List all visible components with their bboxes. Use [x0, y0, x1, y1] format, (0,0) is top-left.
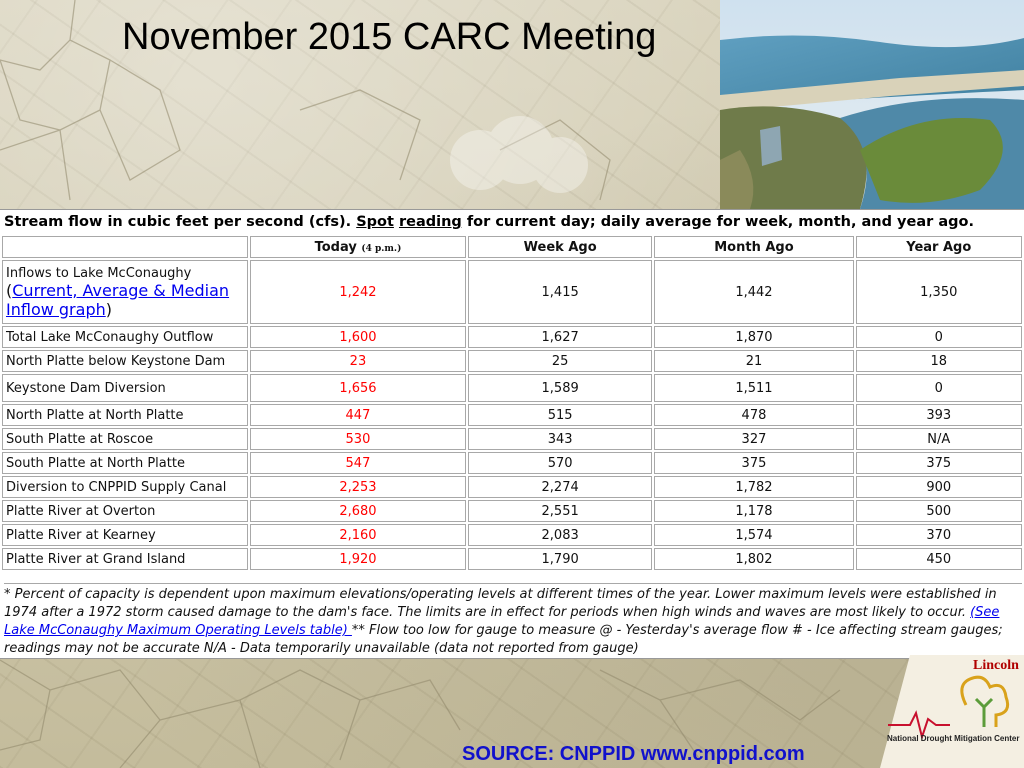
cell-today: 1,656 — [250, 374, 466, 402]
row-label: South Platte at North Platte — [2, 452, 248, 474]
caption-reading: reading — [398, 214, 462, 230]
table-row: South Platte at Roscoe 530 343 327 N/A — [2, 428, 1022, 450]
table-row: Total Lake McConaughy Outflow 1,600 1,62… — [2, 326, 1022, 348]
cell-week: 343 — [467, 428, 653, 450]
table-row: Platte River at Kearney 2,160 2,083 1,57… — [2, 524, 1022, 546]
cell-year: 375 — [855, 452, 1022, 474]
lincoln-logo-text: Lincoln — [973, 658, 1019, 673]
cell-week: 25 — [467, 350, 653, 372]
header-week-ago: Week Ago — [467, 236, 653, 258]
cell-week: 1,627 — [467, 326, 653, 348]
cell-year: 900 — [855, 476, 1022, 498]
row-label: Platte River at Kearney — [2, 524, 248, 546]
row-label-inflows: Inflows to Lake McConaughy (Current, Ave… — [2, 260, 248, 324]
table-row: Inflows to Lake McConaughy (Current, Ave… — [2, 260, 1022, 324]
cell-today: 447 — [250, 404, 466, 426]
table-caption: Stream flow in cubic feet per second (cf… — [4, 214, 974, 230]
cell-today: 2,253 — [250, 476, 466, 498]
cell-month: 1,574 — [654, 524, 854, 546]
cell-week: 2,551 — [467, 500, 653, 522]
table-row: North Platte below Keystone Dam 23 25 21… — [2, 350, 1022, 372]
cell-year: N/A — [855, 428, 1022, 450]
row-label: Keystone Dam Diversion — [2, 374, 248, 402]
cell-month: 1,870 — [654, 326, 854, 348]
source-credit: SOURCE: CNPPID www.cnppid.com — [462, 743, 805, 765]
cell-month: 1,511 — [654, 374, 854, 402]
cell-month: 1,782 — [654, 476, 854, 498]
table-header-row: Today (4 p.m.) Week Ago Month Ago Year A… — [2, 236, 1022, 258]
stream-flow-table: Today (4 p.m.) Week Ago Month Ago Year A… — [0, 234, 1024, 572]
cell-week: 1,790 — [467, 548, 653, 570]
cell-month: 478 — [654, 404, 854, 426]
inflow-graph-link[interactable]: Current, Average & Median Inflow graph — [6, 281, 229, 319]
caption-spot: Spot — [356, 214, 394, 230]
row-label: North Platte below Keystone Dam — [2, 350, 248, 372]
cell-year: 0 — [855, 326, 1022, 348]
drought-center-name: National Drought Mitigation Center — [887, 734, 1020, 743]
table-row: South Platte at North Platte 547 570 375… — [2, 452, 1022, 474]
table-row: Keystone Dam Diversion 1,656 1,589 1,511… — [2, 374, 1022, 402]
row-label: North Platte at North Platte — [2, 404, 248, 426]
table-row: Platte River at Overton 2,680 2,551 1,17… — [2, 500, 1022, 522]
table-row: North Platte at North Platte 447 515 478… — [2, 404, 1022, 426]
row-label: South Platte at Roscoe — [2, 428, 248, 450]
cell-today: 547 — [250, 452, 466, 474]
cell-year: 1,350 — [855, 260, 1022, 324]
cell-month: 375 — [654, 452, 854, 474]
header-blank — [2, 236, 248, 258]
lake-aerial-photo — [720, 0, 1024, 209]
table-row: Platte River at Grand Island 1,920 1,790… — [2, 548, 1022, 570]
cell-today: 23 — [250, 350, 466, 372]
header-month-ago: Month Ago — [654, 236, 854, 258]
cell-week: 1,415 — [467, 260, 653, 324]
cell-today: 530 — [250, 428, 466, 450]
cell-month: 327 — [654, 428, 854, 450]
cell-today: 1,600 — [250, 326, 466, 348]
cell-year: 0 — [855, 374, 1022, 402]
row-label: Diversion to CNPPID Supply Canal — [2, 476, 248, 498]
cell-today: 1,242 — [250, 260, 466, 324]
cell-today: 2,160 — [250, 524, 466, 546]
cell-week: 2,083 — [467, 524, 653, 546]
header-year-ago: Year Ago — [855, 236, 1022, 258]
cell-month: 1,802 — [654, 548, 854, 570]
cell-week: 2,274 — [467, 476, 653, 498]
table-footnote: * Percent of capacity is dependent upon … — [4, 583, 1022, 658]
header-today: Today (4 p.m.) — [250, 236, 466, 258]
cell-month: 1,178 — [654, 500, 854, 522]
cell-year: 500 — [855, 500, 1022, 522]
cell-year: 370 — [855, 524, 1022, 546]
cell-year: 18 — [855, 350, 1022, 372]
cell-today: 2,680 — [250, 500, 466, 522]
cell-month: 21 — [654, 350, 854, 372]
cell-week: 1,589 — [467, 374, 653, 402]
cell-month: 1,442 — [654, 260, 854, 324]
cell-week: 515 — [467, 404, 653, 426]
cell-year: 393 — [855, 404, 1022, 426]
slide-title: November 2015 CARC Meeting — [122, 16, 657, 58]
stream-flow-table-panel: Stream flow in cubic feet per second (cf… — [0, 209, 1024, 659]
cell-year: 450 — [855, 548, 1022, 570]
table-row: Diversion to CNPPID Supply Canal 2,253 2… — [2, 476, 1022, 498]
cell-today: 1,920 — [250, 548, 466, 570]
row-label: Platte River at Overton — [2, 500, 248, 522]
cell-week: 570 — [467, 452, 653, 474]
row-label: Total Lake McConaughy Outflow — [2, 326, 248, 348]
row-label: Platte River at Grand Island — [2, 548, 248, 570]
